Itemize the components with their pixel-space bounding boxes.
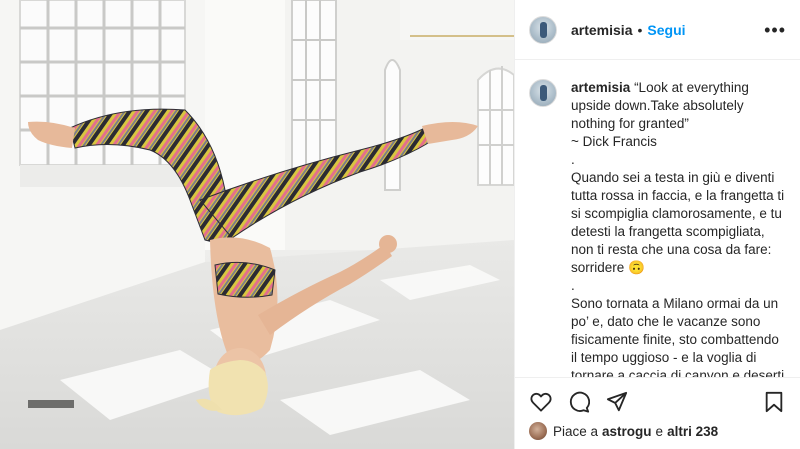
caption-line-4: Quando sei a testa in giù e diventi tutt… — [571, 170, 788, 275]
caption-text: artemisia “Look at everything upside dow… — [571, 79, 786, 377]
likes-conjunction: e — [655, 423, 664, 439]
yoga-headstand-illustration — [0, 0, 514, 449]
share-icon[interactable] — [605, 390, 629, 414]
follow-button[interactable]: Segui — [647, 22, 685, 38]
avatar[interactable] — [529, 15, 557, 44]
liker-username[interactable]: astrogu — [602, 424, 652, 439]
caption-username[interactable]: artemisia — [571, 80, 630, 95]
likes-prefix: Piace a — [553, 423, 599, 439]
caption-line-6: Sono tornata a Milano ormai da un po’ e,… — [571, 296, 785, 377]
bookmark-icon[interactable] — [762, 390, 786, 414]
post-header: artemisia • Segui ••• — [515, 0, 800, 60]
likes-others[interactable]: altri 238 — [667, 424, 718, 439]
caption-line-5: . — [571, 278, 575, 293]
post-side-panel: artemisia • Segui ••• artemisia “Look at… — [514, 0, 800, 449]
comment-icon[interactable] — [567, 390, 591, 414]
caption-avatar[interactable] — [529, 79, 557, 107]
likes-summary: Piace a astrogu e altri 238 — [529, 421, 800, 441]
action-bar — [515, 377, 800, 425]
header-username[interactable]: artemisia — [571, 22, 632, 38]
caption-line-3: . — [571, 152, 575, 167]
liker-avatar[interactable] — [529, 422, 547, 440]
more-options-icon[interactable]: ••• — [764, 21, 786, 39]
post-photo[interactable] — [0, 0, 514, 449]
caption-line-2: ~ Dick Francis — [571, 134, 657, 149]
heart-icon[interactable] — [529, 390, 553, 414]
caption-line-1: artemisia “Look at everything upside dow… — [571, 79, 786, 133]
separator-dot: • — [637, 21, 643, 38]
caption-section: artemisia “Look at everything upside dow… — [515, 61, 800, 377]
